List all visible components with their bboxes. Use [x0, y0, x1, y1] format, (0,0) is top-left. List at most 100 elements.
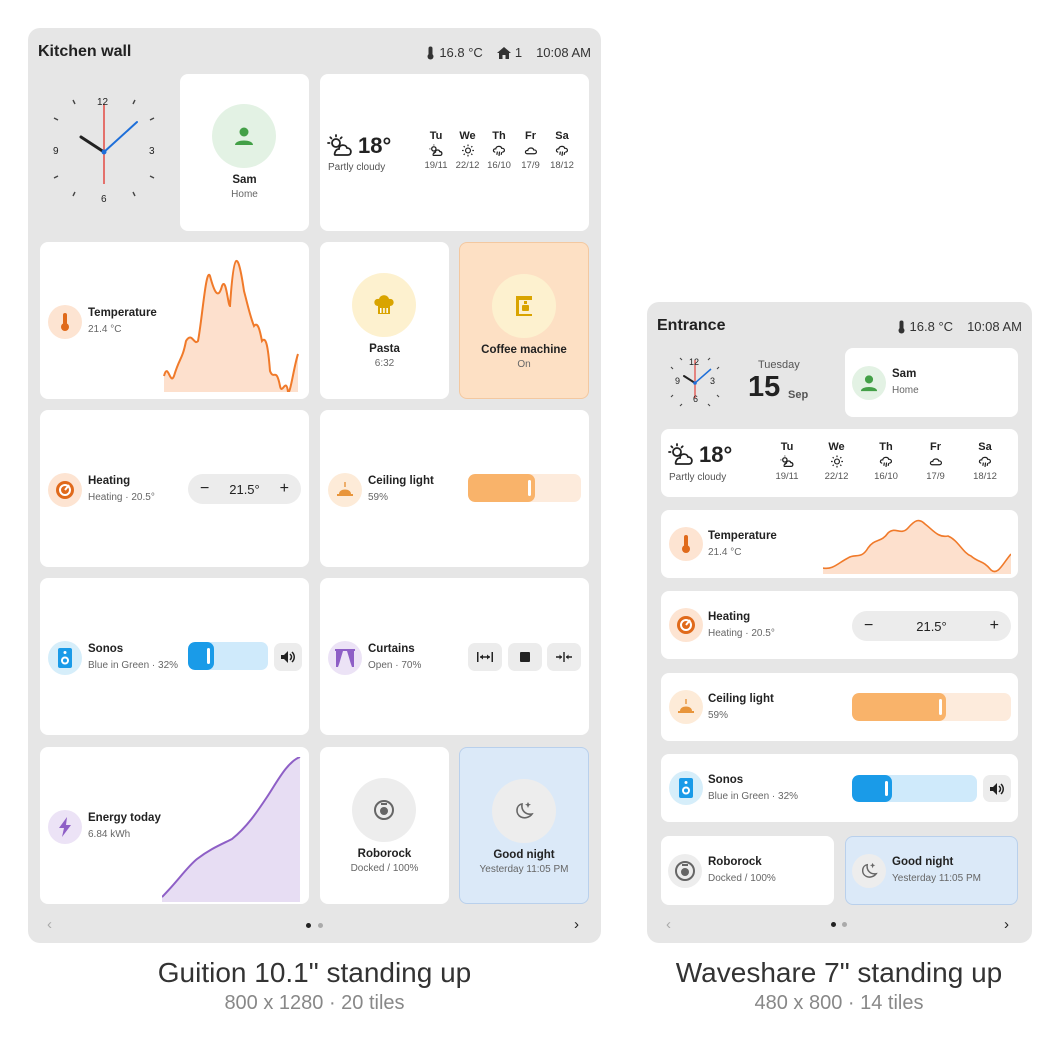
page-dot[interactable]	[318, 923, 323, 928]
heating-setpoint-stepper: − 21.5° +	[852, 611, 1011, 641]
weather-temp: 18°	[358, 133, 392, 158]
slider-handle[interactable]	[207, 648, 210, 664]
forecast-day: Th 16/10	[870, 441, 902, 482]
curtains-icon	[335, 649, 355, 667]
prev-page-button[interactable]: ‹	[666, 916, 671, 933]
curtains-status: Open · 70%	[368, 660, 422, 671]
forecast-temps: 17/9	[521, 160, 540, 171]
temperature-tile[interactable]: Temperature 21.4 °C	[40, 242, 309, 399]
good-night-scene-tile[interactable]: Good night Yesterday 11:05 PM	[845, 836, 1018, 905]
screen-title: Entrance	[657, 317, 726, 334]
sonos-tile[interactable]: Sonos Blue in Green · 32%	[661, 754, 1018, 822]
weather-tile[interactable]: 18° Partly cloudy Tu 19/11 We 22/12 Th 16/10 F…	[320, 74, 589, 231]
prev-page-button[interactable]: ‹	[47, 916, 52, 933]
sonos-tile[interactable]: Sonos Blue in Green · 32%	[40, 578, 309, 735]
slider-fill	[468, 474, 535, 502]
setpoint-decrease-button[interactable]: −	[864, 617, 873, 635]
sonos-icon-circle	[669, 771, 703, 805]
person-tile-sam[interactable]: Sam Home	[845, 348, 1018, 417]
clock-numeral-9: 9	[675, 376, 681, 386]
forecast-day: Sa 18/12	[546, 130, 578, 171]
forecast-day-name: Th	[492, 130, 506, 142]
right-caption-spec: 480 x 800 · 14 tiles	[754, 992, 924, 1014]
next-page-button[interactable]: ›	[1004, 916, 1009, 933]
forecast-day-name: Sa	[555, 130, 569, 142]
curtains-tile[interactable]: Curtains Open · 70%	[320, 578, 589, 735]
sonos-icon-circle	[48, 641, 82, 675]
roborock-title: Roborock	[708, 856, 762, 868]
forecast-day-name: Sa	[978, 441, 992, 453]
roborock-tile[interactable]: Roborock Docked / 100%	[661, 836, 834, 905]
heating-title: Heating	[708, 611, 751, 623]
energy-tile[interactable]: Energy today 6.84 kWh	[40, 747, 309, 904]
good-night-icon-circle	[492, 779, 556, 843]
cloud-icon	[920, 453, 952, 469]
setpoint-increase-button[interactable]: +	[280, 480, 289, 498]
good-night-title: Good night	[892, 856, 954, 868]
roborock-icon-circle	[668, 854, 702, 888]
sonos-title: Sonos	[708, 774, 744, 786]
ceiling-light-slider[interactable]	[852, 693, 1011, 721]
slider-handle[interactable]	[939, 699, 942, 715]
slider-handle[interactable]	[885, 781, 888, 796]
setpoint-increase-button[interactable]: +	[990, 617, 999, 635]
person-status: Home	[892, 385, 919, 396]
setpoint-decrease-button[interactable]: −	[200, 480, 209, 498]
heating-icon-circle	[669, 608, 703, 642]
roborock-tile[interactable]: Roborock Docked / 100%	[320, 747, 449, 904]
coffee-machine-tile[interactable]: Coffee machine On	[459, 242, 589, 399]
good-night-scene-tile[interactable]: Good night Yesterday 11:05 PM	[459, 747, 589, 904]
forecast-temps: 19/11	[775, 471, 799, 482]
ceiling-light-tile[interactable]: Ceiling light 59%	[320, 410, 589, 567]
rain-icon	[546, 142, 578, 158]
sun-icon	[821, 453, 853, 469]
day-number: 15	[748, 371, 781, 403]
page-dot-active[interactable]	[306, 923, 311, 928]
mute-button[interactable]	[274, 643, 302, 671]
temperature-tile[interactable]: Temperature 21.4 °C	[661, 510, 1018, 578]
slider-handle[interactable]	[528, 480, 531, 496]
person-icon	[235, 127, 253, 145]
heating-tile[interactable]: Heating Heating · 20.5° − 21.5° +	[40, 410, 309, 567]
sonos-volume-slider[interactable]	[852, 775, 977, 802]
heating-tile[interactable]: Heating Heating · 20.5° − 21.5° +	[661, 591, 1018, 659]
robot-vacuum-icon	[675, 861, 695, 881]
coffee-machine-icon	[516, 296, 532, 316]
curtains-close-button[interactable]	[547, 643, 581, 671]
curtains-stop-button[interactable]	[508, 643, 542, 671]
person-avatar	[852, 366, 886, 400]
ceiling-light-title: Ceiling light	[368, 475, 434, 487]
weather-desc: Partly cloudy	[669, 472, 727, 483]
partly-cloudy-icon	[668, 443, 693, 465]
energy-title: Energy today	[88, 812, 161, 824]
header-time: 10:08 AM	[967, 319, 1022, 334]
forecast-day-name: Tu	[429, 130, 443, 142]
coffee-title: Coffee machine	[481, 344, 567, 356]
forecast-day: Fr 17/9	[920, 441, 952, 482]
slider-fill	[188, 642, 214, 670]
temperature-sparkline	[163, 259, 299, 392]
pasta-time: 6:32	[374, 358, 395, 369]
next-page-button[interactable]: ›	[574, 916, 579, 933]
person-avatar	[212, 104, 276, 168]
weekday-label: Tuesday	[758, 359, 800, 371]
thermostat-icon	[56, 481, 74, 499]
sonos-volume-slider[interactable]	[188, 642, 268, 670]
person-tile-sam[interactable]: Sam Home	[180, 74, 309, 231]
ceiling-light-slider[interactable]	[468, 474, 581, 502]
pasta-timer-tile[interactable]: Pasta 6:32	[320, 242, 449, 399]
curtains-open-button[interactable]	[468, 643, 502, 671]
temperature-title: Temperature	[708, 530, 777, 542]
page-dot-active[interactable]	[831, 922, 836, 927]
robot-vacuum-icon	[374, 800, 394, 820]
weather-tile[interactable]: 18° Partly cloudy Tu 19/11 We 22/12 Th 16/10 F…	[661, 429, 1018, 497]
mute-button[interactable]	[983, 775, 1011, 802]
ceiling-light-tile[interactable]: Ceiling light 59%	[661, 673, 1018, 741]
clock-numeral-6: 6	[101, 194, 107, 205]
forecast-day-name: We	[459, 130, 476, 142]
page-dot[interactable]	[842, 922, 847, 927]
curtains-icon-circle	[328, 641, 362, 675]
clock-numeral-9: 9	[53, 146, 59, 157]
good-night-icon-circle	[852, 854, 886, 888]
roborock-icon-circle	[352, 778, 416, 842]
